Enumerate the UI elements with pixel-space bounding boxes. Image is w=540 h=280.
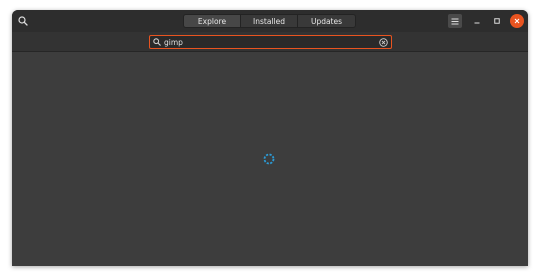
maximize-icon (494, 18, 500, 24)
menu-button[interactable] (448, 14, 462, 28)
search-entry (149, 35, 392, 49)
search-icon (18, 16, 28, 26)
clear-icon[interactable] (378, 37, 388, 47)
menu-icon (451, 18, 459, 24)
search-bar (12, 32, 528, 52)
search-input[interactable] (164, 36, 374, 48)
tab-updates[interactable]: Updates (298, 14, 356, 28)
spinner-icon (263, 153, 275, 165)
maximize-button[interactable] (490, 14, 504, 28)
search-icon (152, 37, 162, 47)
header-bar: Explore Installed Updates (12, 10, 528, 32)
app-window: Explore Installed Updates (12, 10, 528, 266)
search-toggle-button[interactable] (15, 13, 31, 29)
close-icon (514, 18, 520, 24)
minimize-icon (474, 22, 480, 24)
minimize-button[interactable] (470, 14, 484, 28)
close-button[interactable] (510, 14, 524, 28)
content-area (12, 52, 528, 266)
tab-installed[interactable]: Installed (241, 14, 298, 28)
tab-explore[interactable]: Explore (183, 14, 241, 28)
view-switcher: Explore Installed Updates (183, 14, 356, 28)
